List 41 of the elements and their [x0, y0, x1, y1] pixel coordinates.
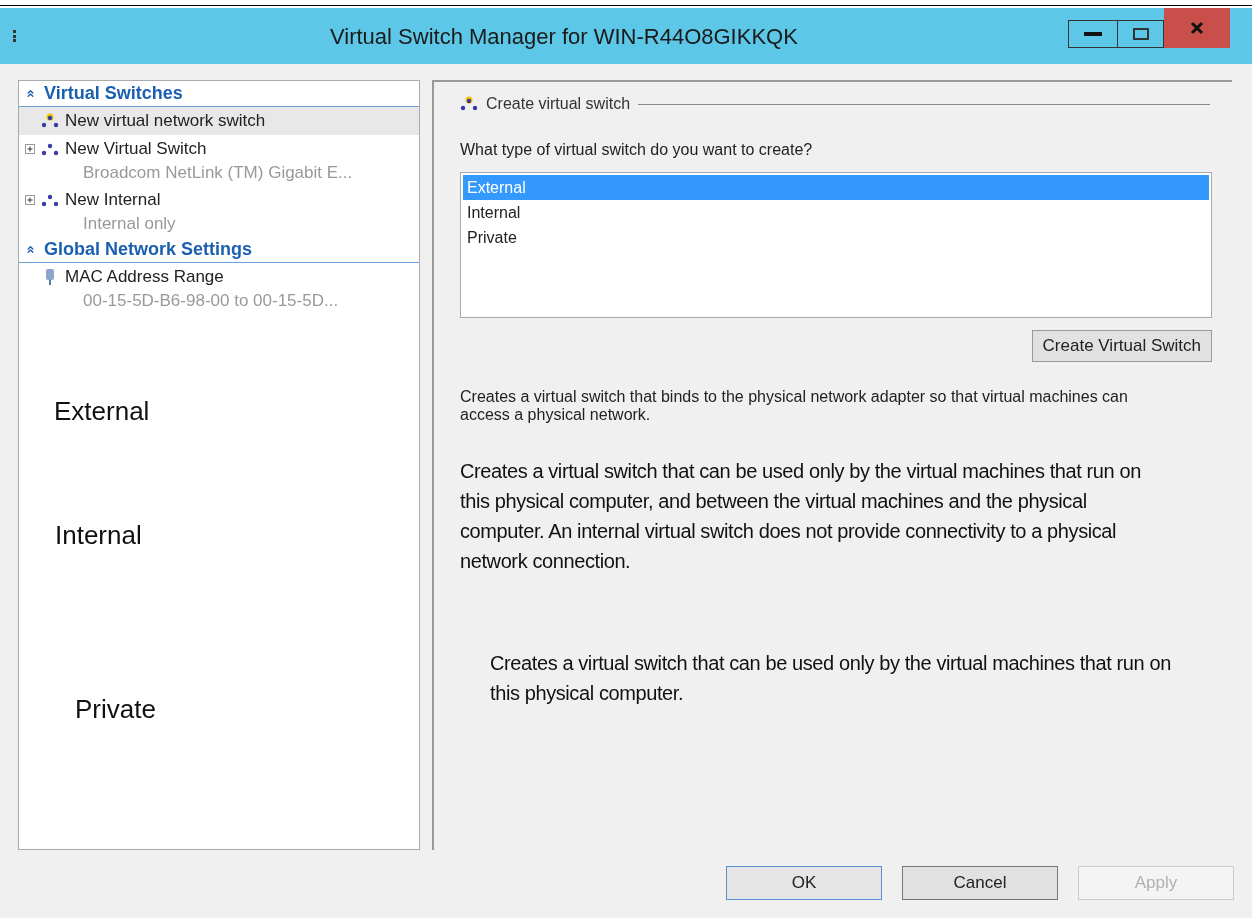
item-detail: Broadcom NetLink (TM) Gigabit E... [82, 162, 354, 184]
create-switch-button[interactable]: Create Virtual Switch [1031, 330, 1212, 362]
annotation: External [54, 395, 151, 428]
item-detail: Internal only [82, 213, 177, 235]
window-title: Virtual Switch Manager for WIN-R44O8GIKKQK [330, 23, 798, 51]
item-label: New Virtual Switch [65, 138, 207, 161]
app-icon [12, 29, 18, 43]
collapse-icon[interactable] [25, 244, 36, 255]
section-title: Global Network Settings [44, 238, 253, 261]
close-icon [1190, 21, 1204, 35]
new-network-icon [41, 113, 59, 129]
list-option[interactable]: Private [463, 225, 1209, 250]
network-icon [41, 192, 59, 208]
expand-icon[interactable] [25, 144, 35, 154]
section-title: Virtual Switches [44, 82, 183, 105]
expand-icon[interactable] [25, 195, 35, 205]
note-text: Creates a virtual switch that can be used only by the virtual machines that run on this physical computer. [490, 651, 1172, 706]
network-icon [41, 141, 59, 157]
description-text: Creates a virtual switch that binds to the physical network adapter so that virtual machines can access a physical network. [460, 388, 1129, 424]
annotation: Private [75, 693, 157, 726]
maximize-button[interactable] [1118, 20, 1164, 48]
collapse-icon[interactable] [25, 88, 36, 99]
minimize-button[interactable] [1068, 20, 1118, 48]
maximize-icon [1132, 28, 1149, 40]
item-label: MAC Address Range [65, 266, 224, 289]
annotation: Internal [55, 519, 143, 552]
group-heading: Create virtual switch [486, 94, 631, 114]
tree-item[interactable]: New virtual network switch [19, 107, 419, 135]
new-network-icon [460, 96, 478, 112]
minimize-icon [1084, 32, 1102, 36]
dialog-button[interactable]: Cancel [902, 866, 1058, 900]
switch-type-list[interactable]: External Internal Private [460, 172, 1212, 318]
dialog-button[interactable]: OK [726, 866, 882, 900]
question-label: What type of virtual switch do you want to create? [460, 140, 814, 160]
list-option[interactable]: Internal [463, 200, 1209, 225]
note-text: Creates a virtual switch that can be used only by the virtual machines that run on this physical computer, and between the virtual machines and the physical computer. An internal virtual switch does not provide connectivity to a physical network connection. [460, 459, 1142, 574]
item-detail: 00-15-5D-B6-98-00 to 00-15-5D... [82, 290, 340, 312]
item-label: New Internal [65, 189, 161, 212]
item-label: New virtual network switch [65, 110, 266, 133]
adapter-icon [44, 268, 56, 286]
close-button[interactable] [1164, 8, 1230, 48]
